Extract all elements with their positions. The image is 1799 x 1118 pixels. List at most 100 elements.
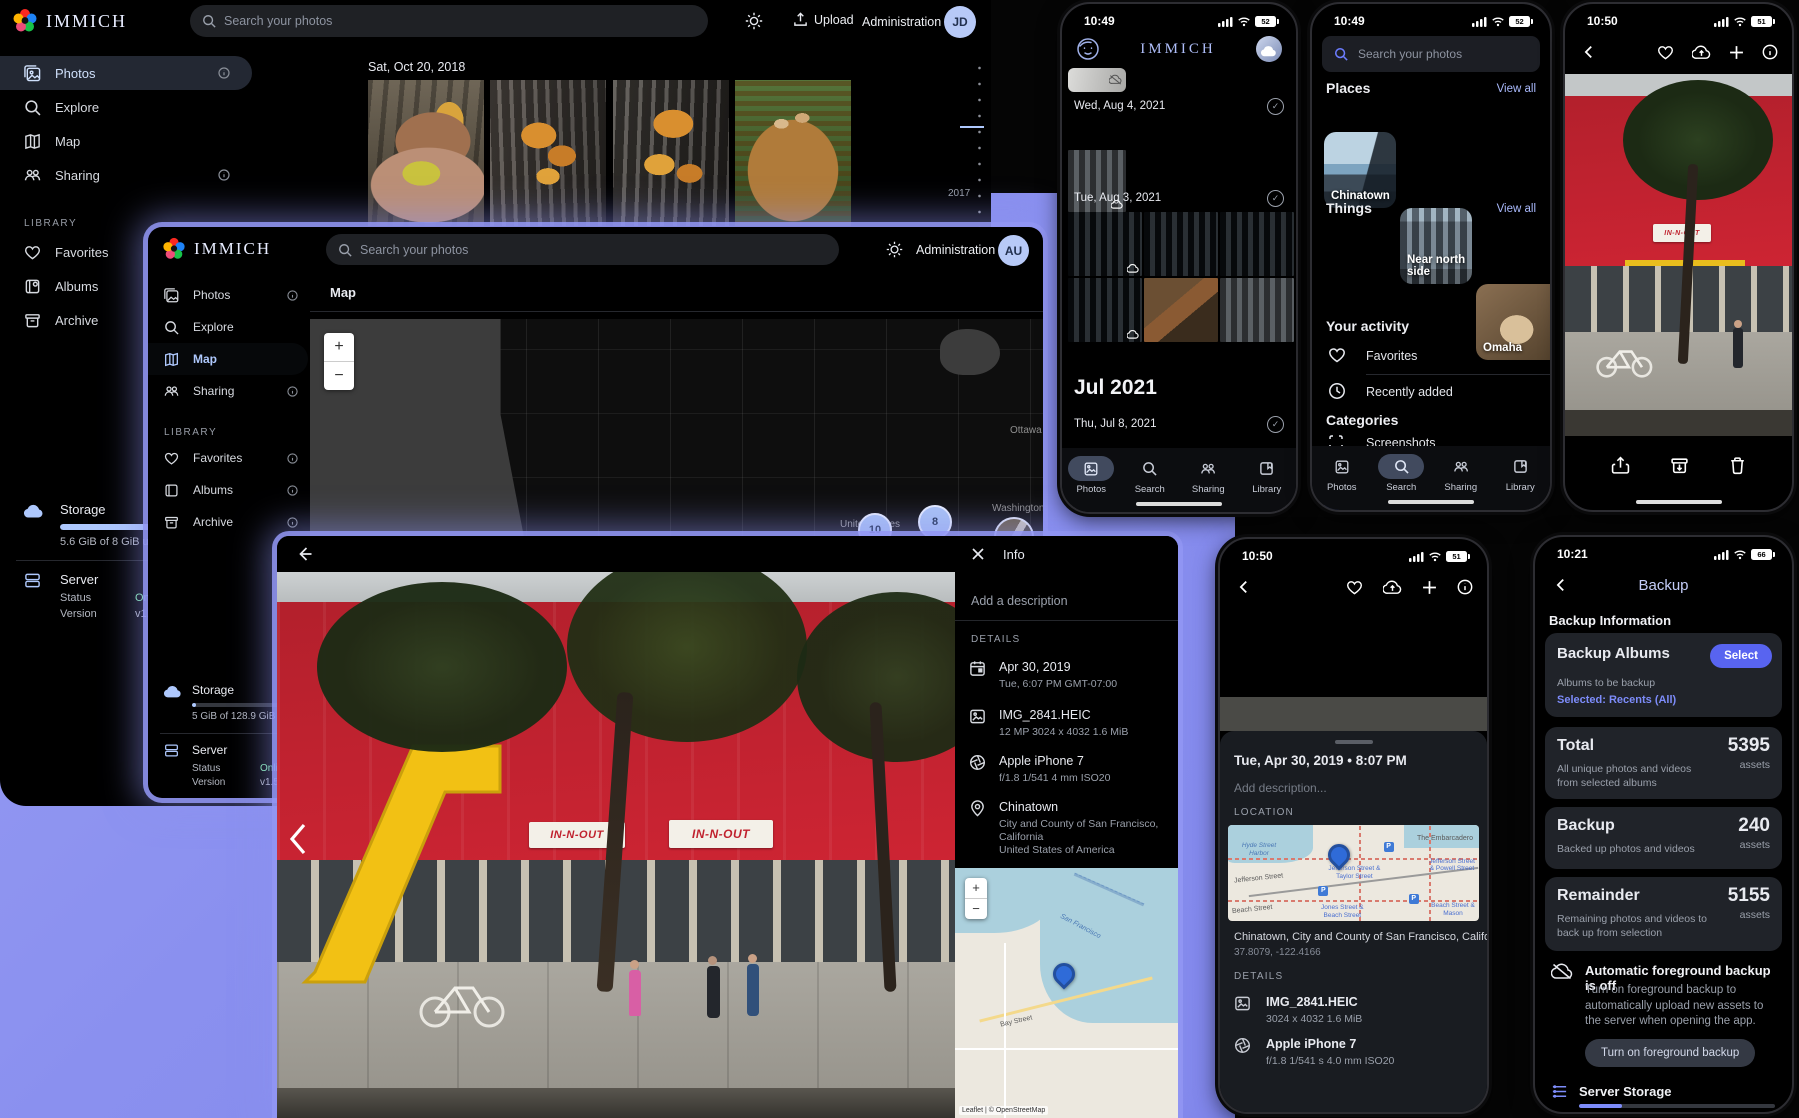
sidebar-item-albums[interactable]: Albums [148, 474, 308, 506]
info-icon[interactable] [287, 290, 298, 301]
sidebar-item-sharing[interactable]: Sharing [148, 375, 308, 407]
back-icon[interactable] [1236, 579, 1252, 595]
sidebar-item-explore[interactable]: Explore [0, 90, 252, 124]
back-icon[interactable] [1581, 44, 1597, 60]
detail-camera-entry[interactable] [969, 754, 986, 776]
description-field[interactable]: Add description... [1234, 781, 1327, 795]
info-icon[interactable] [218, 169, 230, 181]
back-icon[interactable] [1553, 577, 1569, 593]
detail-location-entry[interactable] [969, 800, 986, 822]
search-input[interactable] [1322, 36, 1540, 72]
administration-link[interactable]: Administration [916, 243, 995, 257]
info-icon[interactable] [287, 517, 298, 528]
photo-thumbnail[interactable] [613, 80, 729, 226]
timeline-scrubber[interactable] [978, 60, 981, 238]
search-input[interactable] [326, 234, 839, 265]
status-time: 10:49 [1084, 14, 1115, 28]
back-icon[interactable] [295, 545, 313, 563]
sidebar-item-sharing[interactable]: Sharing [0, 158, 252, 192]
detail-file-entry[interactable] [969, 708, 986, 730]
photo-thumbnail[interactable] [1144, 212, 1218, 276]
photo-thumbnail[interactable] [1068, 212, 1142, 276]
zoom-out-button[interactable]: − [965, 898, 987, 919]
app-logo[interactable]: IMMICH [12, 8, 127, 34]
avatar[interactable]: JD [944, 6, 976, 38]
nav-library[interactable]: Library [1238, 448, 1297, 512]
sidebar-item-map[interactable]: Map [0, 124, 252, 158]
favorite-icon[interactable] [1657, 44, 1674, 61]
user-avatar[interactable] [1256, 36, 1282, 62]
detail-date-entry[interactable] [969, 660, 986, 682]
photo-thumbnail[interactable] [735, 80, 851, 226]
immich-flower-icon [162, 237, 186, 261]
info-icon[interactable] [287, 485, 298, 496]
nav-photos[interactable]: Photos [1312, 446, 1372, 510]
sheet-drag-handle[interactable] [1335, 740, 1373, 744]
place-thumbnail[interactable]: Chinatown [1324, 132, 1396, 208]
photo-bottom-strip[interactable] [1220, 697, 1487, 731]
search-bar[interactable] [1322, 36, 1540, 72]
administration-link[interactable]: Administration [862, 15, 941, 29]
photo-image[interactable]: IN-N-OUT [1565, 74, 1792, 436]
select-group-icon[interactable]: ✓ [1267, 190, 1284, 207]
share-icon[interactable] [1611, 456, 1630, 475]
zoom-in-button[interactable]: + [965, 878, 987, 898]
sidebar-item-photos[interactable]: Photos [0, 56, 252, 90]
sidebar-item-archive[interactable]: Archive [148, 506, 308, 538]
stat-unit: assets [1740, 839, 1770, 853]
info-icon[interactable] [287, 453, 298, 464]
sidebar-item-map[interactable]: Map [148, 343, 308, 375]
zoom-out-button[interactable]: − [324, 361, 354, 390]
search-bar[interactable] [190, 5, 708, 37]
nav-photos[interactable]: Photos [1062, 448, 1121, 512]
info-icon[interactable] [1457, 579, 1473, 595]
description-field[interactable]: Add a description [971, 594, 1068, 608]
memory-card[interactable] [1068, 68, 1126, 92]
search-input[interactable] [190, 5, 708, 37]
zoom-in-button[interactable]: + [324, 333, 354, 361]
sidebar-item-favorites[interactable]: Favorites [148, 442, 308, 474]
add-icon[interactable] [1422, 580, 1437, 595]
favorites-row[interactable]: Favorites [1312, 342, 1550, 372]
map-cluster-marker[interactable]: 8 [918, 505, 952, 539]
delete-icon[interactable] [1729, 456, 1746, 475]
places-view-all[interactable]: View all [1497, 83, 1536, 95]
scrubber-position-line[interactable] [960, 126, 984, 128]
add-icon[interactable] [1729, 45, 1744, 60]
photo-viewer-image[interactable]: IN-N-OUT IN-N-OUT [277, 572, 955, 1118]
photo-thumbnail[interactable] [490, 80, 606, 226]
info-icon[interactable] [218, 67, 230, 79]
photo-thumbnail[interactable] [1220, 278, 1294, 342]
photo-thumbnail[interactable] [1220, 212, 1294, 276]
place-thumbnail[interactable]: Near north side [1400, 208, 1472, 284]
select-button[interactable]: Select [1710, 644, 1772, 668]
location-minimap[interactable]: San Francisco Bay Street + − Leaflet | ©… [955, 868, 1178, 1118]
profile-icon[interactable] [1076, 37, 1100, 61]
sidebar-item-photos[interactable]: Photos [148, 279, 308, 311]
avatar[interactable]: AU [998, 235, 1029, 266]
close-icon[interactable] [971, 547, 985, 561]
sidebar-item-explore[interactable]: Explore [148, 311, 308, 343]
things-view-all[interactable]: View all [1497, 203, 1536, 215]
photo-thumbnail[interactable] [1144, 278, 1218, 342]
turn-on-backup-button[interactable]: Turn on foreground backup [1585, 1039, 1755, 1067]
select-group-icon[interactable]: ✓ [1267, 98, 1284, 115]
upload-button[interactable]: Upload [793, 12, 854, 27]
search-bar[interactable] [326, 234, 839, 265]
nav-library[interactable]: Library [1491, 446, 1551, 510]
photo-thumbnail[interactable] [368, 80, 484, 226]
app-logo[interactable]: IMMICH [162, 237, 271, 261]
theme-toggle-icon[interactable] [886, 241, 903, 258]
info-icon[interactable] [1762, 44, 1778, 60]
select-group-icon[interactable]: ✓ [1267, 416, 1284, 433]
upload-cloud-icon[interactable] [1383, 580, 1402, 595]
info-icon[interactable] [287, 386, 298, 397]
upload-cloud-icon[interactable] [1692, 45, 1711, 60]
previous-photo-icon[interactable] [287, 822, 309, 856]
photo-thumbnail[interactable] [1068, 278, 1142, 342]
favorite-icon[interactable] [1346, 579, 1363, 596]
archive-icon[interactable] [1670, 456, 1689, 475]
location-map[interactable]: The Embarcadero Hyde Street Harbor Jeffe… [1228, 825, 1479, 921]
recently-added-row[interactable]: Recently added [1312, 378, 1550, 408]
theme-toggle-icon[interactable] [745, 12, 763, 30]
